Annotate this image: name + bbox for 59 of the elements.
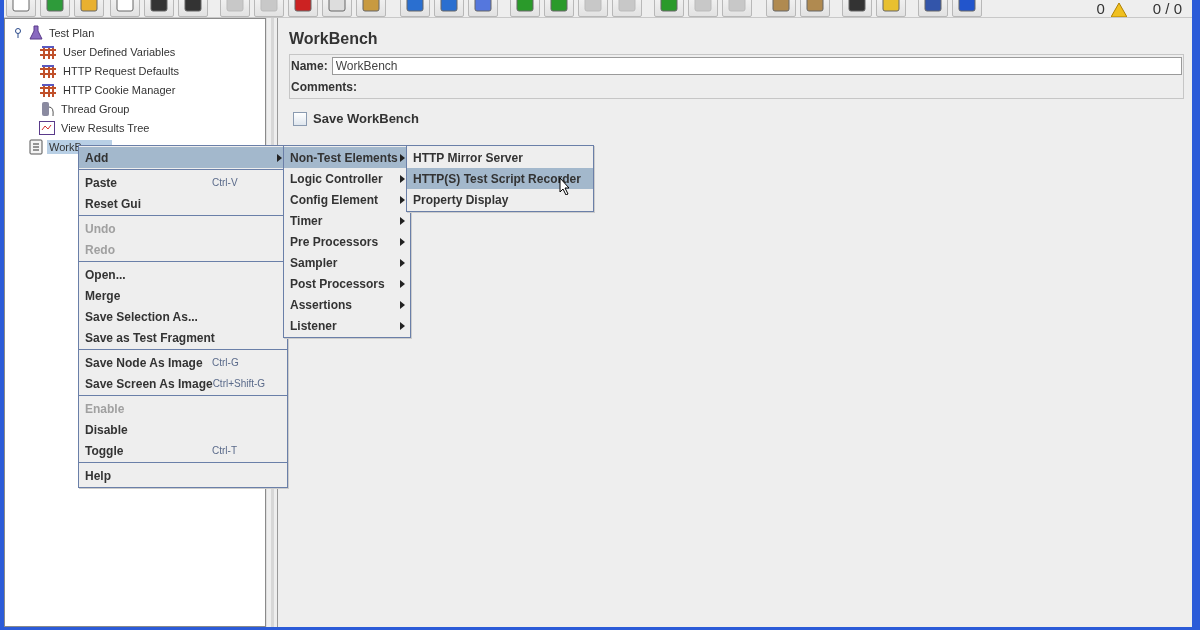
tree-node[interactable]: Test Plan: [47, 25, 97, 40]
submenu-arrow-icon: [400, 237, 405, 246]
menu-item[interactable]: Assertions: [284, 294, 410, 315]
expand-handle-icon[interactable]: [14, 27, 22, 38]
submenu-arrow-icon: [400, 279, 405, 288]
menu-item[interactable]: Open...: [79, 264, 287, 285]
error-count: 0: [1096, 0, 1105, 17]
menu-item[interactable]: Save Screen As ImageCtrl+Shift-G: [79, 373, 287, 394]
menu-item[interactable]: HTTP Mirror Server: [407, 147, 593, 168]
menu-item[interactable]: Timer: [284, 210, 410, 231]
thread-count: 0 / 0: [1152, 0, 1182, 17]
submenu-arrow-icon: [400, 174, 405, 183]
submenu-arrow-icon: [400, 300, 405, 309]
tree-node[interactable]: HTTP Request Defaults: [61, 63, 181, 78]
field-label: Name:: [291, 59, 328, 73]
chart-window-icon: [39, 120, 55, 135]
panel-title: WorkBench: [289, 30, 379, 48]
submenu-arrow-icon: [277, 153, 282, 162]
name-field[interactable]: WorkBench: [331, 57, 1182, 75]
clipboard-icon: [29, 138, 43, 155]
menu-item[interactable]: Sampler: [284, 252, 410, 273]
shortcut-hint: Ctrl+Shift-G: [212, 378, 267, 389]
submenu-arrow-icon: [400, 258, 405, 267]
config-icon: [39, 82, 57, 97]
menu-item[interactable]: Save as Test Fragment: [79, 327, 287, 348]
menu-item[interactable]: Disable: [79, 419, 287, 440]
menu-item[interactable]: Logic Controller: [284, 168, 410, 189]
submenu-arrow-icon: [400, 321, 405, 330]
shortcut-hint: Ctrl-G: [212, 357, 240, 368]
submenu-arrow-icon: [400, 216, 405, 225]
tree-node[interactable]: HTTP Cookie Manager: [61, 82, 178, 97]
shortcut-hint: Ctrl-T: [212, 445, 238, 456]
tree-node[interactable]: Thread Group: [59, 101, 132, 116]
menu-item[interactable]: Property Display: [407, 189, 593, 210]
config-icon: [39, 63, 57, 78]
tree-node[interactable]: View Results Tree: [59, 120, 152, 135]
menu-item[interactable]: Pre Processors: [284, 231, 410, 252]
menu-item[interactable]: Post Processors: [284, 273, 410, 294]
menu-item[interactable]: Help: [79, 465, 287, 486]
flask-icon: [29, 24, 43, 41]
checkbox-label: Save WorkBench: [313, 111, 419, 126]
config-icon: [39, 44, 57, 59]
menu-item[interactable]: Config Element: [284, 189, 410, 210]
checkbox[interactable]: [293, 111, 307, 126]
warning-icon: [1110, 3, 1127, 17]
tree-node[interactable]: User Defined Variables: [61, 44, 178, 59]
spool-icon: [39, 100, 55, 117]
menu-item[interactable]: Reset Gui: [79, 193, 287, 214]
shortcut-hint: Ctrl-V: [212, 177, 239, 188]
menu-item[interactable]: Save Selection As...: [79, 306, 287, 327]
submenu-arrow-icon: [400, 153, 405, 162]
submenu-arrow-icon: [400, 195, 405, 204]
menu-item[interactable]: Save Node As Image Ctrl-G: [79, 352, 287, 373]
menu-item[interactable]: Toggle Ctrl-T: [79, 440, 287, 461]
menu-item[interactable]: Merge: [79, 285, 287, 306]
menu-item[interactable]: Listener: [284, 315, 410, 336]
field-label: Comments:: [291, 80, 357, 94]
menu-item[interactable]: HTTP(S) Test Script Recorder: [407, 168, 593, 189]
menu-item[interactable]: Paste Ctrl-V: [79, 172, 287, 193]
